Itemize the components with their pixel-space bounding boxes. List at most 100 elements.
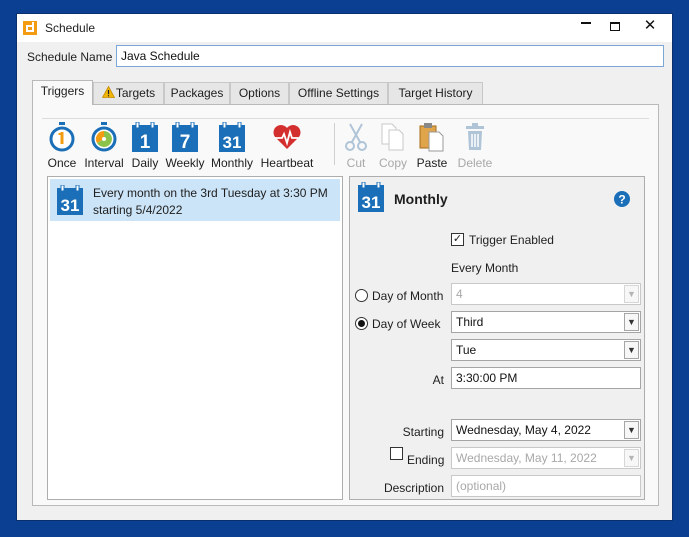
heartbeat-button[interactable]: Heartbeat — [259, 122, 315, 170]
tab-label: Triggers — [40, 84, 85, 98]
paste-button[interactable]: Paste — [415, 122, 449, 170]
description-input[interactable]: (optional) — [451, 475, 641, 497]
week-ordinal-select[interactable]: Third ▼ — [451, 311, 641, 333]
delete-button[interactable]: Delete — [456, 122, 494, 170]
once-button[interactable]: Once — [45, 122, 79, 170]
scissors-icon — [345, 123, 367, 151]
calendar-monthly-icon: 31 — [57, 185, 83, 215]
schedule-name-input[interactable]: Java Schedule — [116, 45, 664, 67]
tab-targets[interactable]: Targets — [93, 82, 164, 104]
tab-label: Packages — [170, 86, 224, 100]
stopwatch-interval-icon — [91, 122, 117, 152]
triggers-panel: Once Interval 1 Daily 7 Weekly 31 Monthl… — [32, 104, 659, 506]
tab-triggers[interactable]: Triggers — [32, 80, 93, 105]
toolbar-divider — [42, 118, 649, 119]
trash-icon — [466, 123, 484, 150]
starting-date-value: Wednesday, May 4, 2022 — [456, 423, 591, 437]
starting-label: Starting — [402, 425, 444, 439]
tab-options[interactable]: Options — [230, 82, 289, 104]
calendar-number: 31 — [223, 133, 242, 152]
chevron-down-icon: ▼ — [624, 341, 639, 359]
calendar-weekly-icon: 7 — [172, 122, 198, 152]
list-item[interactable]: 31 Every month on the 3rd Tuesday at 3:3… — [50, 179, 340, 221]
help-glyph: ? — [618, 193, 625, 207]
calendar-daily-icon: 1 — [132, 122, 158, 152]
ending-label: Ending — [407, 453, 445, 467]
tab-label: Target History — [398, 86, 473, 100]
tab-packages[interactable]: Packages — [164, 82, 230, 104]
stopwatch-once-icon — [49, 122, 75, 152]
trigger-detail-panel: 31 Monthly ? ✓ Trigger Enabled Every Mon… — [349, 176, 645, 500]
paste-icon — [419, 123, 444, 152]
day-of-month-value: 4 — [456, 287, 463, 301]
tab-label: Offline Settings — [297, 86, 380, 100]
tab-target-history[interactable]: Target History — [388, 82, 483, 104]
interval-button[interactable]: Interval — [83, 122, 125, 170]
maximize-icon — [610, 22, 620, 32]
calendar-number: 31 — [61, 196, 80, 215]
chevron-down-icon: ▼ — [624, 449, 639, 467]
copy-icon — [381, 123, 404, 151]
weekday-value: Tue — [456, 343, 477, 357]
tab-offline-settings[interactable]: Offline Settings — [289, 82, 388, 104]
tab-label: Options — [238, 86, 281, 100]
close-icon: ✕ — [643, 17, 657, 34]
chevron-down-icon: ▼ — [624, 313, 639, 331]
week-ordinal-value: Third — [456, 315, 484, 329]
monthly-button[interactable]: 31 Monthly — [209, 122, 255, 170]
schedule-name-label: Schedule Name — [27, 50, 113, 64]
chevron-down-icon: ▼ — [624, 285, 639, 303]
day-of-month-select[interactable]: 4 ▼ — [451, 283, 641, 305]
weekday-select[interactable]: Tue ▼ — [451, 339, 641, 361]
starting-date-picker[interactable]: Wednesday, May 4, 2022 ▼ — [451, 419, 641, 441]
window-title: Schedule — [45, 21, 96, 35]
calendar-number: 31 — [362, 193, 381, 212]
heartbeat-icon — [273, 125, 301, 149]
weekly-label: Weekly — [165, 156, 205, 170]
trigger-list: 31 Every month on the 3rd Tuesday at 3:3… — [47, 176, 343, 500]
weekly-button[interactable]: 7 Weekly — [165, 122, 205, 170]
minimize-button[interactable] — [571, 15, 601, 37]
day-of-month-label: Day of Month — [372, 289, 444, 303]
maximize-button[interactable] — [600, 15, 630, 37]
once-label: Once — [47, 156, 77, 170]
calendar-number: 7 — [180, 132, 191, 152]
toolbar-separator — [334, 123, 335, 165]
delete-label: Delete — [457, 156, 493, 170]
trigger-summary-line1: Every month on the 3rd Tuesday at 3:30 P… — [93, 186, 328, 200]
close-button[interactable]: ✕ — [635, 15, 665, 37]
cut-label: Cut — [346, 156, 366, 170]
day-of-week-label: Day of Week — [372, 317, 441, 331]
copy-label: Copy — [378, 156, 407, 170]
description-label: Description — [383, 481, 444, 495]
app-logo-icon — [23, 21, 37, 35]
minimize-icon — [581, 21, 591, 24]
calendar-number: 1 — [140, 132, 151, 152]
detail-title: Monthly — [394, 191, 448, 207]
cut-button[interactable]: Cut — [343, 122, 369, 170]
daily-button[interactable]: 1 Daily — [129, 122, 161, 170]
paste-label: Paste — [416, 156, 448, 170]
trigger-summary: Every month on the 3rd Tuesday at 3:30 P… — [93, 185, 328, 219]
copy-button[interactable]: Copy — [376, 122, 410, 170]
every-month-text: Every Month — [451, 261, 519, 275]
calendar-monthly-icon: 31 — [358, 182, 384, 212]
help-icon[interactable]: ? — [613, 190, 631, 208]
chevron-down-icon: ▼ — [624, 421, 639, 439]
ending-date-picker[interactable]: Wednesday, May 11, 2022 ▼ — [451, 447, 641, 469]
ending-date-value: Wednesday, May 11, 2022 — [456, 451, 597, 465]
tab-label: Targets — [115, 86, 156, 100]
trigger-enabled-checkbox[interactable]: ✓ — [451, 233, 464, 246]
warning-icon — [101, 86, 115, 98]
daily-label: Daily — [131, 156, 159, 170]
at-label: At — [432, 373, 444, 387]
ending-checkbox[interactable] — [390, 447, 403, 460]
time-input[interactable]: 3:30:00 PM — [451, 367, 641, 389]
interval-label: Interval — [84, 156, 124, 170]
title-bar: Schedule ✕ — [17, 14, 672, 42]
monthly-label: Monthly — [210, 156, 254, 170]
day-of-week-radio[interactable] — [355, 317, 368, 330]
day-of-month-radio[interactable] — [355, 289, 368, 302]
trigger-enabled-label: Trigger Enabled — [469, 233, 554, 247]
schedule-window: Schedule ✕ Schedule Name Java Schedule T… — [16, 13, 673, 521]
